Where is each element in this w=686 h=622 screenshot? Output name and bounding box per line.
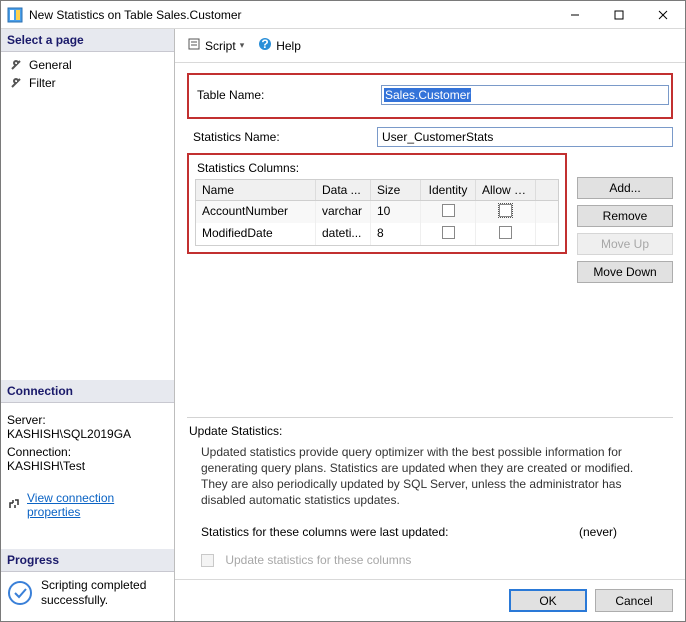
stats-columns-label: Statistics Columns: [195,159,559,179]
dialog-window: New Statistics on Table Sales.Customer S… [0,0,686,622]
help-label: Help [276,39,301,53]
update-stats-header: Update Statistics: [187,424,673,444]
cell-name: ModifiedDate [196,223,316,245]
help-button[interactable]: ? Help [254,35,305,56]
close-button[interactable] [641,1,685,28]
remove-button[interactable]: Remove [577,205,673,227]
add-button[interactable]: Add... [577,177,673,199]
ok-button[interactable]: OK [509,589,587,612]
col-header-name: Name [196,180,316,200]
script-label: Script [205,39,236,53]
script-button[interactable]: Script ▾ [183,35,248,56]
page-item-general[interactable]: General [3,56,172,74]
grid-header: Name Data ... Size Identity Allow N... [196,180,558,201]
last-updated-label: Statistics for these columns were last u… [201,525,579,539]
column-buttons: Add... Remove Move Up Move Down [577,153,673,283]
window-title: New Statistics on Table Sales.Customer [29,8,553,22]
progress-text: Scripting completed successfully. [41,578,168,607]
progress-header: Progress [1,549,174,572]
stats-name-label: Statistics Name: [187,130,377,144]
wrench-icon [9,76,23,90]
columns-grid[interactable]: Name Data ... Size Identity Allow N... A… [195,179,559,246]
help-icon: ? [258,37,272,54]
grid-row[interactable]: ModifiedDate dateti... 8 [196,223,558,245]
cell-allownulls [476,223,536,245]
table-name-value: Sales.Customer [384,88,471,102]
svg-text:?: ? [262,37,269,51]
connection-value: KASHISH\Test [7,459,168,473]
checkbox-icon [499,204,512,217]
col-header-identity: Identity [421,180,476,200]
minimize-button[interactable] [553,1,597,28]
checkbox-icon [442,204,455,217]
cell-identity [421,201,476,223]
grid-row[interactable]: AccountNumber varchar 10 [196,201,558,223]
connection-info: Server: KASHISH\SQL2019GA Connection: KA… [1,403,174,487]
col-header-datatype: Data ... [316,180,371,200]
toolbar: Script ▾ ? Help [175,29,685,63]
last-updated-value: (never) [579,525,659,539]
server-label: Server: [7,413,168,427]
check-circle-icon [7,580,33,606]
update-checkbox-label: Update statistics for these columns [225,553,411,567]
col-header-allownulls: Allow N... [476,180,536,200]
move-up-button: Move Up [577,233,673,255]
checkbox-icon [499,226,512,239]
cell-datatype: dateti... [316,223,371,245]
page-label: Filter [29,76,56,90]
update-checkbox-row: Update statistics for these columns [187,545,673,573]
progress-status: Scripting completed successfully. [1,572,174,621]
cancel-button[interactable]: Cancel [595,589,673,612]
maximize-button[interactable] [597,1,641,28]
col-header-size: Size [371,180,421,200]
stats-name-input[interactable] [377,127,673,147]
left-pane: Select a page General Filter Connection … [1,29,175,621]
script-icon [187,37,201,54]
select-page-header: Select a page [1,29,174,52]
section-divider [187,417,673,418]
table-name-label: Table Name: [191,88,381,102]
update-stats-description: Updated statistics provide query optimiz… [187,444,673,519]
page-label: General [29,58,72,72]
last-updated-row: Statistics for these columns were last u… [187,519,673,545]
cell-size: 8 [371,223,421,245]
cell-identity [421,223,476,245]
right-pane: Script ▾ ? Help Table Name: Sales.Custom… [175,29,685,621]
checkbox-disabled-icon [201,554,214,567]
page-item-filter[interactable]: Filter [3,74,172,92]
connection-label: Connection: [7,445,168,459]
table-name-input[interactable]: Sales.Customer [381,85,669,105]
view-connection-link[interactable]: View connection properties [27,491,168,519]
checkbox-icon [442,226,455,239]
titlebar: New Statistics on Table Sales.Customer [1,1,685,29]
cell-size: 10 [371,201,421,223]
chevron-down-icon: ▾ [240,40,245,51]
highlight-stats-columns: Statistics Columns: Name Data ... Size I… [187,153,567,254]
cell-datatype: varchar [316,201,371,223]
wrench-icon [9,58,23,72]
server-value: KASHISH\SQL2019GA [7,427,168,441]
cell-name: AccountNumber [196,201,316,223]
highlight-table-name: Table Name: Sales.Customer [187,73,673,119]
cell-allownulls [476,201,536,223]
move-down-button[interactable]: Move Down [577,261,673,283]
app-icon [7,7,23,23]
connection-icon [7,497,21,514]
dialog-footer: OK Cancel [175,579,685,621]
connection-header: Connection [1,380,174,403]
